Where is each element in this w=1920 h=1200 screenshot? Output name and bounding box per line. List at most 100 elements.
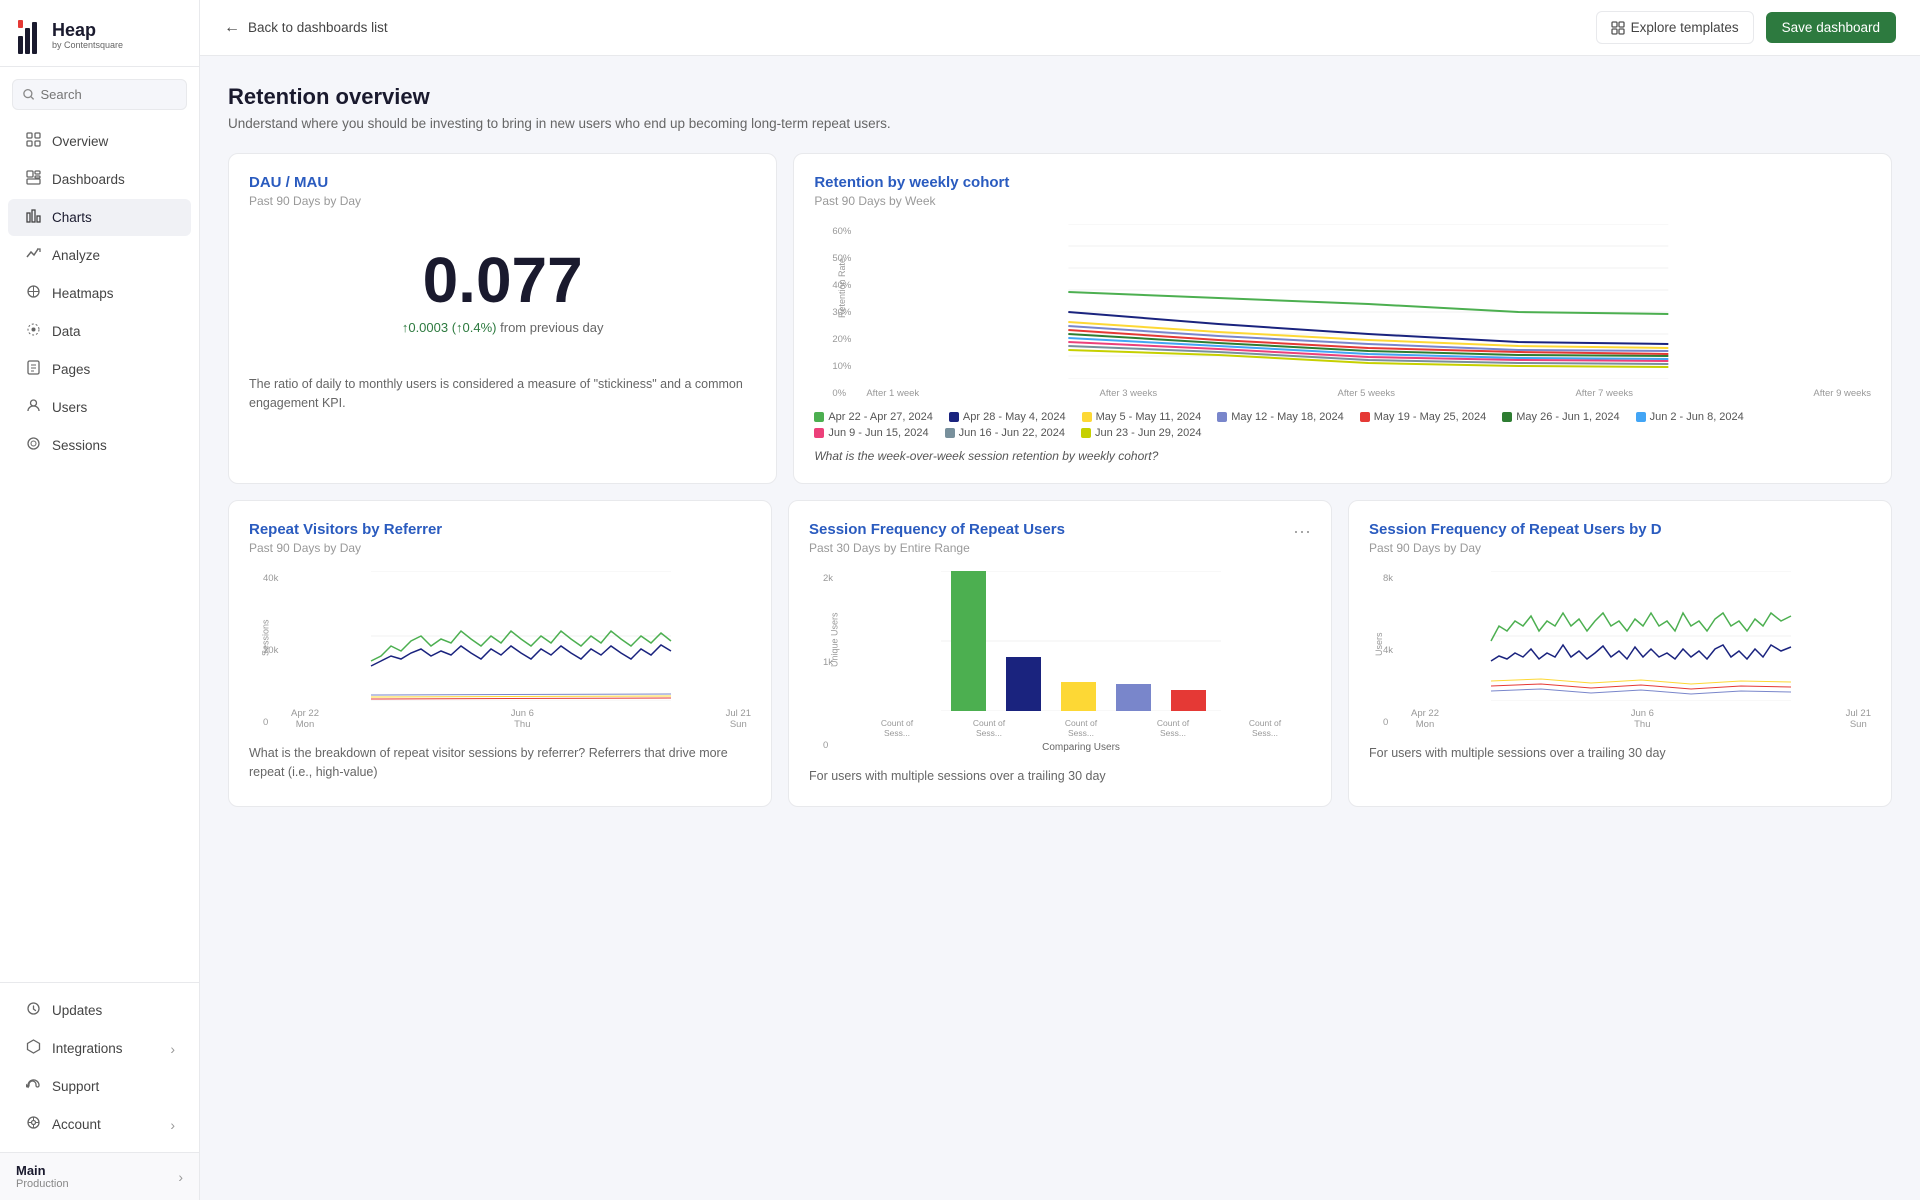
sidebar-bottom: Updates Integrations › Support [0,982,199,1152]
sessions-icon [24,436,42,455]
workspace-chevron: › [178,1169,183,1185]
retention-cohort-card: Retention by weekly cohort Past 90 Days … [793,153,1892,484]
sidebar-item-analyze[interactable]: Analyze [8,237,191,274]
sidebar-item-pages[interactable]: Pages [8,351,191,388]
retention-legend: Apr 22 - Apr 27, 2024 Apr 28 - May 4, 20… [814,411,1871,439]
sidebar-nav: Overview Dashboards Charts Analyze Heatm… [0,118,199,982]
topbar: ← Back to dashboards list Explore templa… [200,0,1920,56]
sidebar-item-charts[interactable]: Charts [8,199,191,236]
overview-icon [24,132,42,151]
save-dashboard-label: Save dashboard [1782,20,1880,35]
heatmaps-icon [24,284,42,303]
session-freq-device-card: Session Frequency of Repeat Users by D P… [1348,500,1892,807]
device-y-label: Users [1374,632,1384,656]
retention-y-axis-label: Retention Rate [837,257,847,317]
workspace-selector[interactable]: Main Production › [0,1152,199,1200]
sidebar-item-sessions[interactable]: Sessions [8,427,191,464]
users-icon [24,398,42,417]
support-label: Support [52,1079,99,1094]
analyze-icon [24,246,42,265]
session-freq-menu[interactable]: ··· [1293,521,1311,542]
sidebar: Heap by Contentsquare Overview Dashboard… [0,0,200,1200]
logo-icon [16,18,44,54]
dau-mau-desc: The ratio of daily to monthly users is c… [249,375,756,413]
session-y-label: Unique Users [829,612,839,667]
sidebar-item-data[interactable]: Data [8,313,191,350]
sidebar-item-heatmaps[interactable]: Heatmaps [8,275,191,312]
legend-item-5: May 26 - Jun 1, 2024 [1502,411,1619,423]
sidebar-item-users[interactable]: Users [8,389,191,426]
search-box[interactable] [12,79,187,110]
dau-mau-change: ↑0.0003 (↑0.4%) from previous day [249,320,756,335]
back-arrow-icon: ← [224,19,240,37]
legend-item-8: Jun 16 - Jun 22, 2024 [945,427,1065,439]
dau-mau-card: DAU / MAU Past 90 Days by Day 0.077 ↑0.0… [228,153,777,484]
sidebar-item-support[interactable]: Support [8,1068,191,1105]
dau-mau-value: 0.077 [249,248,756,312]
sidebar-item-data-label: Data [52,324,81,339]
retention-cohort-title: Retention by weekly cohort [814,174,1871,191]
sidebar-item-updates[interactable]: Updates [8,992,191,1029]
repeat-visitors-title: Repeat Visitors by Referrer [249,521,751,538]
sidebar-item-heatmaps-label: Heatmaps [52,286,114,301]
back-link[interactable]: ← Back to dashboards list [224,19,388,37]
main-content: ← Back to dashboards list Explore templa… [200,0,1920,1200]
dau-change-value: ↑0.0003 (↑0.4%) [402,320,497,335]
updates-icon [24,1001,42,1020]
dau-mau-subtitle: Past 90 Days by Day [249,194,756,208]
session-freq-subtitle: Past 30 Days by Entire Range [809,541,1065,555]
sidebar-item-integrations[interactable]: Integrations › [8,1030,191,1067]
workspace-main: Main [16,1163,69,1178]
search-input[interactable] [41,87,176,102]
session-x-label: Comparing Users [851,742,1311,753]
legend-item-1: Apr 28 - May 4, 2024 [949,411,1066,423]
charts-icon [24,208,42,227]
legend-item-6: Jun 2 - Jun 8, 2024 [1636,411,1744,423]
sidebar-item-pages-label: Pages [52,362,90,377]
logo-area: Heap by Contentsquare [0,0,199,67]
sidebar-item-charts-label: Charts [52,210,92,225]
account-label: Account [52,1117,101,1132]
explore-templates-button[interactable]: Explore templates [1596,11,1754,44]
legend-item-4: May 19 - May 25, 2024 [1360,411,1487,423]
session-freq-device-subtitle: Past 90 Days by Day [1369,541,1871,555]
repeat-visitors-card: Repeat Visitors by Referrer Past 90 Days… [228,500,772,807]
repeat-visitors-chart [291,571,751,701]
sidebar-item-dashboards[interactable]: Dashboards [8,161,191,198]
sidebar-item-dashboards-label: Dashboards [52,172,125,187]
retention-chart-svg [866,224,1871,379]
topbar-actions: Explore templates Save dashboard [1596,11,1896,44]
back-label: Back to dashboards list [248,20,388,35]
data-icon [24,322,42,341]
legend-item-7: Jun 9 - Jun 15, 2024 [814,427,928,439]
dashboard-row-1: DAU / MAU Past 90 Days by Day 0.077 ↑0.0… [228,153,1892,484]
integrations-icon [24,1039,42,1058]
legend-item-3: May 12 - May 18, 2024 [1217,411,1344,423]
pages-icon [24,360,42,379]
repeat-visitors-desc: What is the breakdown of repeat visitor … [249,744,751,782]
session-freq-device-chart [1411,571,1871,701]
search-icon [23,88,35,101]
dashboards-icon [24,170,42,189]
save-dashboard-button[interactable]: Save dashboard [1766,12,1896,43]
integrations-label: Integrations [52,1041,123,1056]
sidebar-item-users-label: Users [52,400,87,415]
dau-change-text: from previous day [500,320,603,335]
legend-item-9: Jun 23 - Jun 29, 2024 [1081,427,1201,439]
repeat-y-label: Sessions [260,619,270,656]
sidebar-item-account[interactable]: Account › [8,1106,191,1143]
logo-text: Heap by Contentsquare [52,21,123,52]
retention-question: What is the week-over-week session reten… [814,449,1871,463]
retention-cohort-subtitle: Past 90 Days by Week [814,194,1871,208]
sidebar-item-analyze-label: Analyze [52,248,100,263]
dashboard-row-2: Repeat Visitors by Referrer Past 90 Days… [228,500,1892,807]
session-freq-chart-svg [851,571,1311,711]
session-freq-desc: For users with multiple sessions over a … [809,767,1311,786]
session-freq-device-desc: For users with multiple sessions over a … [1369,744,1871,763]
explore-templates-label: Explore templates [1631,20,1739,35]
search-area [0,67,199,118]
page-body: Retention overview Understand where you … [200,56,1920,835]
repeat-visitors-subtitle: Past 90 Days by Day [249,541,751,555]
sidebar-item-overview[interactable]: Overview [8,123,191,160]
logo-by-text: by Contentsquare [52,39,123,52]
